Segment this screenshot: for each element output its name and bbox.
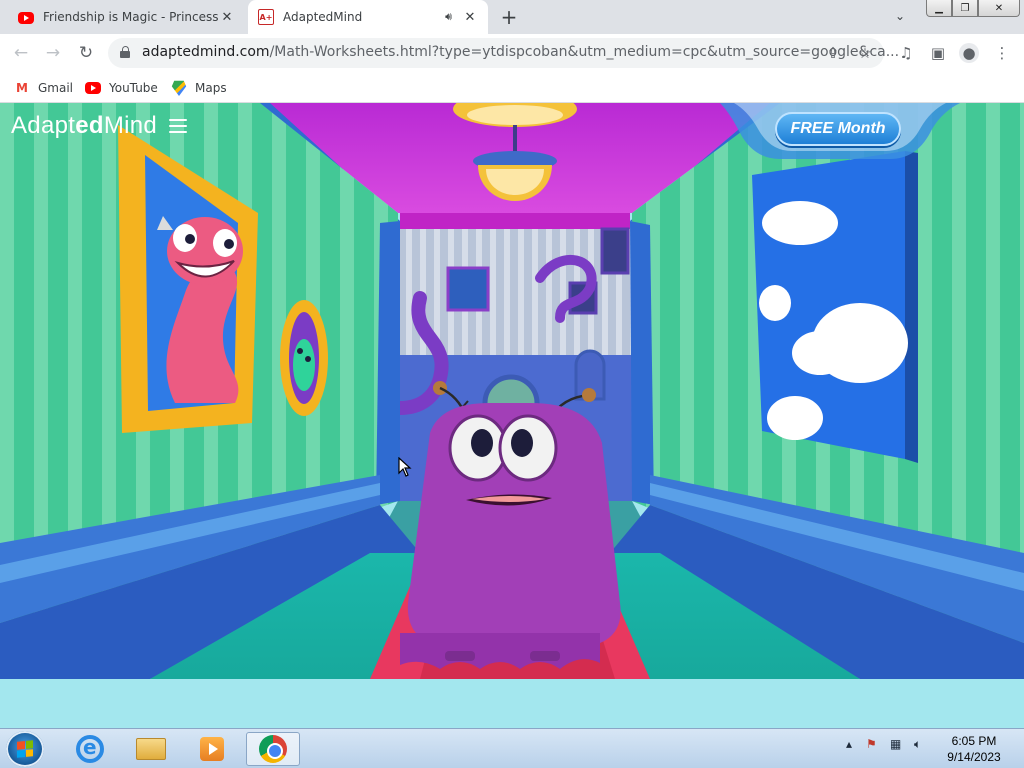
clock-date: 9/14/2023	[947, 750, 1001, 764]
star-icon[interactable]: ☆	[856, 44, 874, 62]
lock-icon[interactable]	[120, 46, 130, 58]
adaptedmind-icon: A+	[258, 9, 274, 25]
action-center-flag-icon[interactable]: ⚑	[866, 737, 877, 751]
windows-logo-icon	[17, 740, 33, 758]
profile-avatar-icon[interactable]: ●	[959, 43, 979, 63]
tab-strip: Friendship is Magic - Princess Ca ✕ A+ A…	[0, 0, 1024, 34]
clock-time: 6:05 PM	[951, 734, 997, 748]
cloud	[792, 331, 848, 375]
cloud	[767, 396, 823, 440]
address-bar[interactable]: adaptedmind.com/Math-Worksheets.html?typ…	[108, 38, 899, 68]
tab-title: Friendship is Magic - Princess Ca	[43, 10, 219, 24]
tab-search-icon[interactable]: ⌄	[895, 9, 913, 25]
browser-toolbar: ← → ↻ adaptedmind.com/Math-Worksheets.ht…	[0, 34, 1024, 72]
window-close-icon[interactable]: ✕	[978, 0, 1020, 17]
new-tab-button[interactable]: +	[498, 5, 520, 29]
youtube-icon	[18, 11, 34, 24]
show-hidden-icons-icon[interactable]: ▴	[846, 737, 852, 751]
forward-arrow-icon[interactable]: →	[40, 40, 66, 66]
windows-taskbar: ▴ ⚑ ▦ 🔈︎ 6:05 PM 9/14/2023	[0, 728, 1024, 768]
url-path: /Math-Worksheets.html?type=ytdispcoban&u…	[269, 44, 900, 60]
bookmarks-bar: M Gmail YouTube Maps	[0, 72, 1024, 103]
back-frame	[600, 227, 630, 275]
worm-pupil	[185, 234, 195, 244]
side-panel-icon[interactable]: ▣	[928, 43, 948, 63]
reload-icon[interactable]: ↻	[73, 40, 99, 66]
monster-pupil	[471, 429, 493, 457]
logo-text-prefix: Adapt	[11, 112, 76, 139]
minimize-icon[interactable]: ▁	[926, 0, 952, 17]
bookmark-label: Gmail	[38, 81, 74, 95]
back-arrow-icon[interactable]: ←	[8, 40, 34, 66]
window-controls: ▁ ❐ ✕	[926, 0, 1020, 18]
back-picture	[446, 266, 490, 312]
adaptedmind-logo[interactable]: Adapt ed Mind	[11, 112, 188, 140]
ceiling-lamp-glow	[467, 105, 563, 125]
right-doorway-frame	[630, 221, 654, 505]
volume-muted-icon[interactable]: 🔈︎	[914, 737, 921, 752]
start-button[interactable]	[6, 731, 44, 767]
chrome-icon[interactable]	[246, 732, 300, 766]
page-content: Adapt ed Mind FREE Month	[0, 103, 1024, 728]
worm-pupil	[224, 239, 234, 249]
left-doorway-frame	[376, 221, 400, 505]
url-text: adaptedmind.com/Math-Worksheets.html?typ…	[142, 44, 899, 60]
bookmark-youtube[interactable]: YouTube	[85, 78, 158, 98]
media-control-icon[interactable]: ♫	[896, 43, 916, 63]
file-explorer-icon[interactable]	[124, 732, 178, 766]
bookmark-gmail[interactable]: M Gmail	[14, 78, 73, 98]
cloud	[762, 201, 838, 245]
cloud	[759, 285, 791, 321]
logo-text-suffix: Mind	[103, 112, 158, 139]
oval-monster-eye	[305, 356, 311, 362]
oval-monster-eye	[297, 348, 303, 354]
free-month-button[interactable]: FREE Month	[775, 112, 901, 146]
maps-icon	[171, 80, 187, 96]
share-icon[interactable]: ⇪	[824, 44, 842, 62]
back-room-ceiling	[400, 213, 630, 229]
hallway-scene[interactable]	[0, 103, 1024, 679]
maximize-icon[interactable]: ❐	[952, 0, 978, 17]
bookmark-label: YouTube	[109, 81, 158, 95]
window-frame	[905, 151, 918, 463]
close-icon[interactable]: ✕	[219, 9, 235, 25]
antenna-tip	[582, 388, 596, 402]
bookmark-maps[interactable]: Maps	[171, 78, 227, 98]
mouse-cursor-icon	[398, 457, 412, 477]
close-icon[interactable]: ✕	[462, 9, 478, 25]
hamburger-menu-icon[interactable]	[169, 119, 188, 133]
speaker-icon[interactable]: 🔊︎	[445, 10, 452, 24]
menu-kebab-icon[interactable]: ⋮	[992, 43, 1012, 63]
monster-foot	[530, 651, 560, 661]
logo-text-bold: ed	[75, 112, 104, 139]
tab-title: AdaptedMind	[283, 10, 363, 24]
url-domain: adaptedmind.com	[142, 44, 270, 60]
system-clock[interactable]: 6:05 PM 9/14/2023	[934, 733, 1014, 765]
monster-pupil	[511, 429, 533, 457]
gmail-icon: M	[16, 81, 28, 95]
monster-foot	[445, 651, 475, 661]
tab-youtube[interactable]: Friendship is Magic - Princess Ca ✕	[8, 0, 245, 34]
network-icon[interactable]: ▦	[890, 737, 901, 751]
tab-adaptedmind[interactable]: A+ AdaptedMind 🔊︎ ✕	[248, 0, 488, 34]
youtube-icon	[85, 82, 101, 94]
oval-portrait-monster	[293, 339, 315, 391]
media-player-icon[interactable]	[185, 732, 239, 766]
internet-explorer-icon[interactable]	[63, 732, 117, 766]
bookmark-label: Maps	[195, 81, 227, 95]
